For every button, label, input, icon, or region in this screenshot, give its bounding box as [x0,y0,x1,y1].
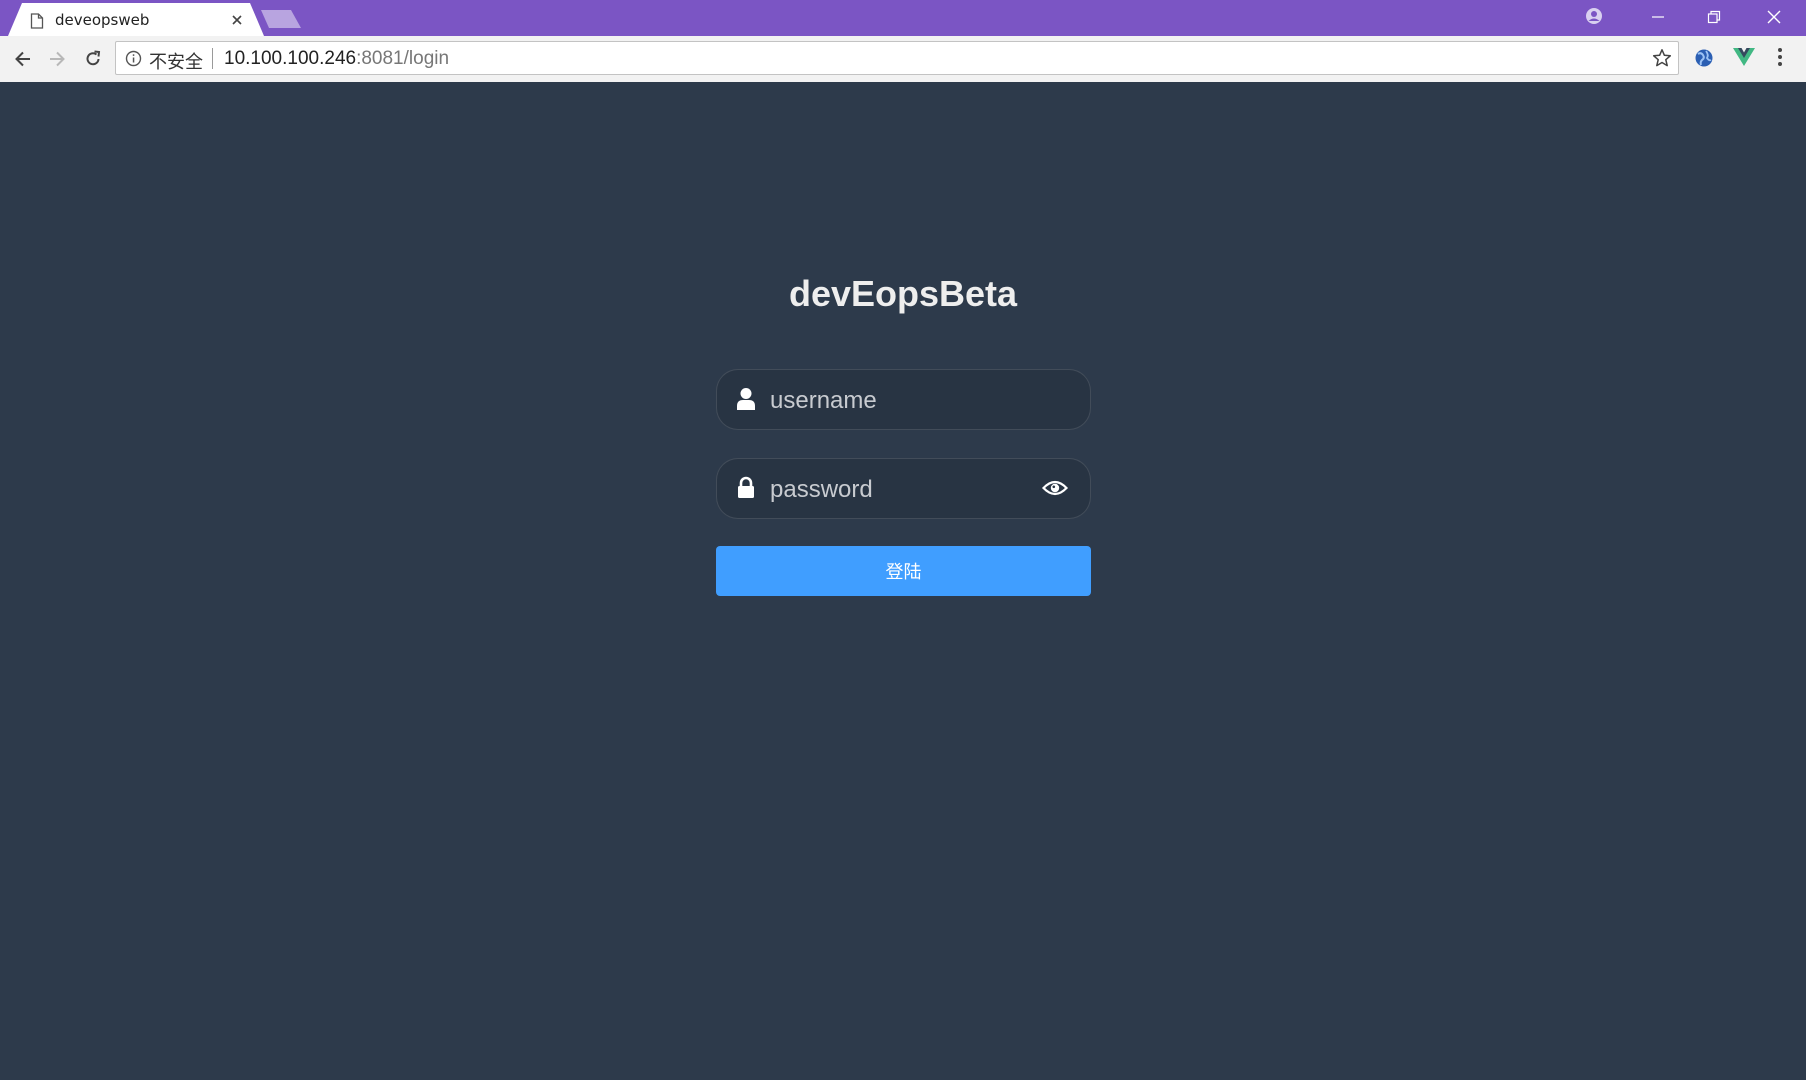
url-path: :8081/login [356,48,450,69]
lock-icon [736,476,756,505]
browser-tab[interactable]: deveopsweb [8,3,264,36]
url-text[interactable]: 10.100.100.246:8081/login [224,48,449,70]
login-button[interactable]: 登陆 [716,546,1091,596]
page-icon [30,13,44,34]
security-label[interactable]: 不安全 [149,48,203,74]
globe-extension-icon[interactable] [1693,47,1715,74]
browser-title-bar: deveopsweb [0,0,1806,36]
url-host: 10.100.100.246 [224,48,357,69]
forward-icon[interactable] [41,43,73,75]
vue-devtools-icon[interactable] [1733,47,1755,72]
username-field[interactable] [716,369,1091,431]
user-icon [736,387,756,416]
minimize-icon[interactable] [1630,0,1686,34]
tab-title: deveopsweb [55,11,150,29]
address-bar[interactable]: 不安全 10.100.100.246:8081/login [115,41,1679,75]
username-input[interactable] [768,370,1032,431]
login-page: devEopsBeta 登陆 [0,82,1806,1080]
info-icon[interactable] [125,50,142,72]
eye-icon[interactable] [1041,478,1069,503]
profile-icon[interactable] [1583,6,1605,31]
login-title: devEopsBeta [788,273,1018,314]
window-close-icon[interactable] [1746,0,1802,34]
menu-icon[interactable] [1776,47,1784,72]
password-input[interactable] [768,459,1032,520]
star-icon[interactable] [1652,48,1672,73]
restore-icon[interactable] [1686,0,1742,34]
reload-icon[interactable] [77,43,109,75]
back-icon[interactable] [7,43,39,75]
new-tab-icon[interactable] [261,9,303,34]
browser-toolbar: 不安全 10.100.100.246:8081/login [0,36,1806,83]
tab-close-icon[interactable] [230,13,244,27]
omnibox-divider [212,48,213,69]
password-field[interactable] [716,458,1091,520]
